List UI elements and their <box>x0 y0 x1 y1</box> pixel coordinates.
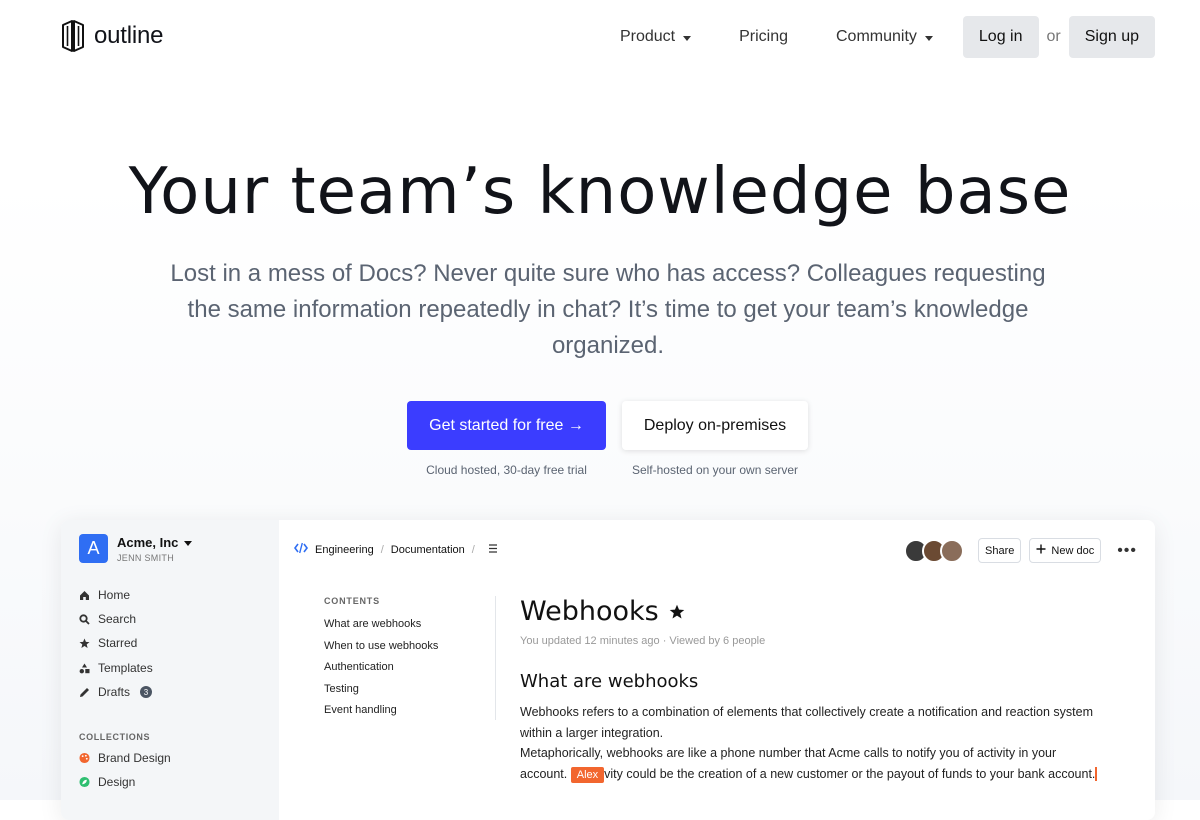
text-cursor <box>1095 767 1098 782</box>
collaborator-avatars <box>904 538 965 563</box>
more-icon[interactable]: ••• <box>1117 542 1137 560</box>
sidebar-item-label: Drafts <box>98 685 131 699</box>
drafts-count-badge: 3 <box>140 686 153 698</box>
logo[interactable]: outline <box>60 20 164 52</box>
code-icon <box>294 542 308 557</box>
sidebar-item-label: Starred <box>98 636 138 650</box>
nav-community[interactable]: Community <box>836 28 933 46</box>
sidebar-item-label: Home <box>98 588 131 602</box>
breadcrumb: Engineering / Documentation / <box>294 542 498 557</box>
toc-item[interactable]: Event handling <box>324 700 438 722</box>
sidebar-item-drafts[interactable]: Drafts 3 <box>79 685 153 699</box>
sidebar-item-label: Templates <box>98 661 153 675</box>
nav-community-label: Community <box>836 28 917 45</box>
leaf-icon <box>79 776 90 788</box>
star-icon <box>79 638 90 649</box>
breadcrumb-separator: / <box>471 543 475 556</box>
app-preview: A Acme, Inc JENN SMITH Home Search Starr… <box>61 520 1155 820</box>
star-icon[interactable] <box>669 596 685 627</box>
breadcrumb-collection[interactable]: Engineering <box>315 544 374 556</box>
sidebar-item-search[interactable]: Search <box>79 612 136 626</box>
pencil-icon <box>79 687 90 698</box>
toc-heading: CONTENTS <box>324 596 380 606</box>
team-user: JENN SMITH <box>117 553 174 563</box>
breadcrumb-doc[interactable]: Documentation <box>391 544 465 556</box>
cloud-note: Cloud hosted, 30-day free trial <box>426 463 587 477</box>
toc-item[interactable]: When to use webhooks <box>324 636 438 658</box>
chevron-down-icon <box>924 35 933 41</box>
document: Webhooks You updated 12 minutes ago · Vi… <box>520 596 1100 785</box>
doc-title[interactable]: Webhooks <box>520 596 659 627</box>
login-button[interactable]: Log in <box>962 16 1039 58</box>
sidebar: A Acme, Inc JENN SMITH Home Search Starr… <box>61 520 279 820</box>
outline-logo-icon <box>62 20 84 52</box>
doc-paragraph[interactable]: Webhooks refers to a combination of elem… <box>520 702 1100 785</box>
team-avatar: A <box>79 534 108 563</box>
toc-item[interactable]: Testing <box>324 679 438 701</box>
or-text: or <box>1046 28 1061 45</box>
self-hosted-note: Self-hosted on your own server <box>631 463 799 477</box>
sidebar-item-label: Brand Design <box>98 751 171 765</box>
nav-links: Product Pricing Community Log in or Sign… <box>620 16 1155 58</box>
sidebar-item-brand-design[interactable]: Brand Design <box>79 751 171 765</box>
chevron-down-icon <box>683 35 692 41</box>
home-icon <box>79 590 90 601</box>
main-area: Engineering / Documentation / Share New … <box>279 520 1155 820</box>
team-switcher[interactable]: A Acme, Inc JENN SMITH <box>79 534 193 563</box>
sidebar-item-label: Search <box>98 612 137 626</box>
team-name: Acme, Inc <box>117 535 179 550</box>
share-button[interactable]: Share <box>978 538 1022 563</box>
new-doc-button[interactable]: New doc <box>1029 538 1102 563</box>
table-of-contents: CONTENTS What are webhooks When to use w… <box>324 596 438 722</box>
get-started-button[interactable]: Get started for free → <box>407 401 606 450</box>
toc-item[interactable]: What are webhooks <box>324 614 438 636</box>
paragraph-text: Webhooks refers to a combination of elem… <box>520 705 1093 740</box>
signup-button[interactable]: Sign up <box>1068 16 1155 58</box>
top-nav: outline Product Pricing Community Log in… <box>0 0 1200 72</box>
sidebar-item-design[interactable]: Design <box>79 775 135 789</box>
brand-name: outline <box>94 22 164 49</box>
search-icon <box>79 613 90 625</box>
team-info: Acme, Inc JENN SMITH <box>117 534 193 563</box>
chevron-down-icon <box>184 541 193 546</box>
breadcrumb-separator: / <box>380 543 384 556</box>
team-name-row: Acme, Inc <box>117 535 193 550</box>
avatar[interactable] <box>940 538 965 563</box>
sidebar-item-starred[interactable]: Starred <box>79 636 137 650</box>
nav-pricing-label: Pricing <box>739 28 788 45</box>
sidebar-item-label: Design <box>98 775 136 789</box>
nav-product[interactable]: Product <box>619 28 692 46</box>
nav-pricing[interactable]: Pricing <box>739 28 788 46</box>
plus-icon <box>1036 544 1046 557</box>
hero-subtitle: Lost in a mess of Docs? Never quite sure… <box>170 260 1046 359</box>
doc-meta: You updated 12 minutes ago · Viewed by 6… <box>520 635 766 647</box>
doc-heading[interactable]: What are webhooks <box>520 671 1100 692</box>
doc-toolbar: Share New doc ••• <box>904 538 1137 563</box>
shapes-icon <box>79 663 90 674</box>
hero-title: Your team’s knowledge base <box>128 155 1072 229</box>
paragraph-text: vity could be the creation of a new cust… <box>604 766 1096 781</box>
toc-item[interactable]: Authentication <box>324 657 438 679</box>
doc-title-row: Webhooks <box>520 596 1100 627</box>
collections-heading: COLLECTIONS <box>79 732 151 742</box>
nav-product-label: Product <box>619 28 676 45</box>
menu-icon[interactable] <box>488 543 498 556</box>
sidebar-item-templates[interactable]: Templates <box>79 661 153 675</box>
palette-icon <box>79 752 90 764</box>
collaborator-cursor-label: Alex <box>570 766 605 783</box>
toc-divider <box>495 596 496 720</box>
new-doc-label: New doc <box>1051 544 1095 557</box>
sidebar-item-home[interactable]: Home <box>79 588 130 602</box>
deploy-on-premises-button[interactable]: Deploy on-premises <box>622 401 808 450</box>
